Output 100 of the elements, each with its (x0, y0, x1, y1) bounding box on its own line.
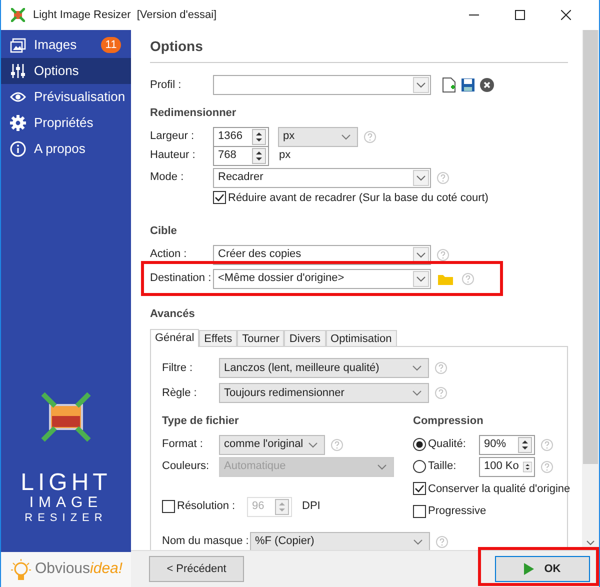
chevron-down-icon (416, 276, 426, 282)
scrollbar[interactable] (582, 30, 599, 550)
resize-logo-icon (41, 392, 91, 442)
tab[interactable]: Effets (199, 330, 238, 346)
sidebar-item[interactable]: A propos (1, 136, 131, 162)
window-title: Light Image Resizer (33, 8, 131, 23)
help-icon (541, 460, 553, 472)
chevron-down-icon (412, 390, 422, 396)
help-icon (436, 536, 448, 548)
ok-button[interactable]: OK (495, 556, 590, 582)
help-icon (435, 362, 447, 374)
count-badge: 11 (101, 37, 121, 53)
unit-label: px (279, 148, 291, 164)
help-icon (435, 387, 447, 399)
tab[interactable]: Divers (284, 330, 326, 346)
chevron-down-icon (308, 442, 318, 448)
tab[interactable]: Général (150, 329, 200, 347)
radio-label: Taille: (428, 459, 458, 474)
chevron-down-icon (416, 82, 426, 88)
dropdown[interactable]: Toujours redimensionner (219, 383, 429, 403)
field-label: Nom du masque : (162, 534, 250, 550)
spin-box[interactable]: 768 (213, 146, 269, 166)
unit-label: DPI (302, 499, 320, 514)
previous-button[interactable]: < Précédent (149, 556, 244, 582)
play-icon (524, 563, 534, 575)
field-label: Couleurs: (162, 459, 210, 474)
checkbox[interactable] (413, 504, 426, 518)
folder-icon (438, 272, 453, 284)
help-icon (331, 438, 343, 450)
help-icon (364, 130, 376, 142)
spin-arrows-icon (275, 498, 289, 514)
spin-box[interactable]: 90% (479, 434, 535, 454)
lightbulb-icon (11, 558, 31, 582)
dropdown[interactable]: Lanczos (lent, meilleure qualité) (219, 358, 429, 378)
sidebar-item[interactable]: Options (1, 58, 131, 84)
sidebar-item[interactable]: Images 11 (1, 32, 131, 58)
spin-box[interactable]: 1366 (213, 126, 269, 146)
section-heading: Avancés (150, 306, 196, 322)
checked-checkbox[interactable] (413, 482, 426, 496)
spin-arrows-icon (518, 436, 532, 452)
field-label: Règle : (162, 386, 198, 401)
close-icon (561, 10, 571, 20)
logo-text: RESIZER (24, 511, 108, 526)
spin-arrows-icon (252, 148, 266, 164)
radio-button[interactable] (413, 460, 426, 473)
spin-box[interactable]: 100 Ko (479, 456, 535, 476)
dropdown[interactable]: %F (Copier) (250, 532, 430, 550)
spin-arrows-icon (252, 128, 266, 144)
field-label: Largeur : (150, 129, 196, 144)
tab[interactable]: Tourner (237, 330, 284, 346)
checked-checkbox[interactable] (213, 191, 226, 204)
chevron-down-icon (586, 540, 595, 546)
section-heading: Type de fichier (162, 414, 240, 429)
chevron-down-icon (413, 538, 423, 544)
chevron-down-icon (412, 365, 422, 371)
chevron-down-icon (416, 252, 426, 258)
chevron-down-icon (416, 174, 426, 180)
checkbox-label: Conserver la qualité d'origine (428, 482, 570, 496)
help-icon (437, 172, 449, 184)
close-icon (480, 78, 494, 92)
selected-radio-button[interactable] (413, 438, 426, 451)
radio-label: Qualité: (428, 437, 467, 452)
pictures-icon (10, 37, 26, 53)
sliders-icon (10, 63, 26, 79)
app-icon (11, 8, 25, 22)
tab[interactable]: Optimisation (326, 330, 397, 346)
field-label: Hauteur : (150, 148, 196, 164)
new-file-icon (442, 77, 456, 93)
checkbox-label: Résolution : (177, 499, 236, 514)
field-label: Format : (162, 437, 204, 452)
info-icon (10, 141, 26, 157)
dropdown[interactable]: comme l'original (219, 434, 325, 454)
maximize-icon (515, 10, 525, 20)
checkbox-label: Réduire avant de recadrer (Sur la base du coté court) (228, 190, 488, 206)
help-icon (541, 438, 553, 450)
field-label: Action : (150, 247, 188, 262)
sidebar-item[interactable]: Prévisualisation (1, 84, 131, 110)
settings-icon (10, 115, 26, 131)
chevron-down-icon (341, 134, 351, 140)
dropdown[interactable]: px (278, 126, 358, 146)
help-icon (437, 248, 449, 260)
save-icon (461, 78, 475, 92)
page-title: Options (150, 30, 568, 63)
section-heading: Cible (150, 224, 178, 239)
sidebar-item[interactable]: Propriétés (1, 110, 131, 136)
window-subtitle: [Version d'essai] (136, 8, 217, 23)
field-label: Filtre : (162, 360, 194, 376)
field-label: Destination : (150, 271, 212, 286)
section-heading: Compression (413, 414, 484, 429)
help-icon (462, 272, 474, 284)
logo-text: IMAGE (29, 494, 103, 511)
field-label: Profil : (150, 78, 182, 93)
checkbox-label: Progressive (428, 504, 486, 519)
section-heading: Redimensionner (150, 106, 238, 121)
logo-text: LIGHT (20, 472, 112, 494)
brand-name: Obviousidea! (35, 559, 123, 580)
chevron-down-icon (377, 464, 387, 470)
field-label: Mode : (150, 170, 185, 186)
dropdown[interactable]: Recadrer (213, 168, 431, 188)
dropdown[interactable]: <Même dossier d'origine> (213, 268, 431, 288)
